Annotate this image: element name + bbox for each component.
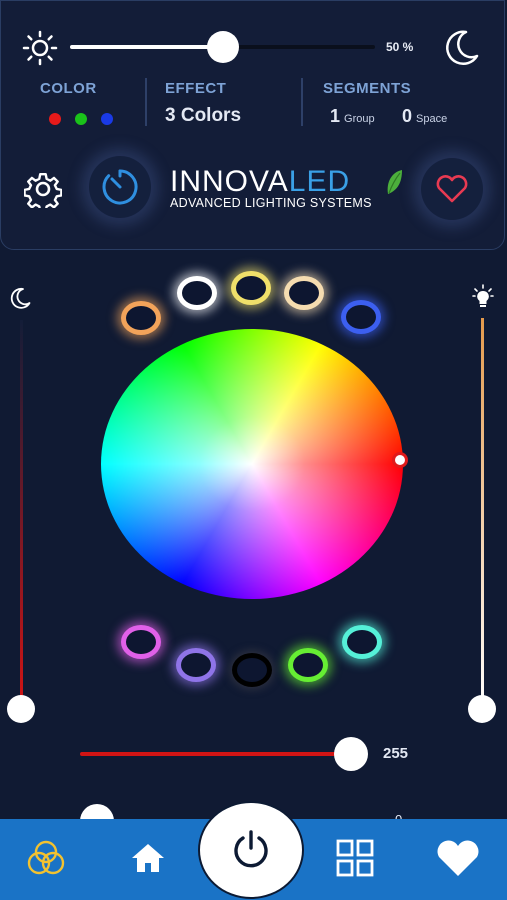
preset-white-ring[interactable] bbox=[177, 276, 217, 310]
heart-icon bbox=[436, 175, 468, 203]
color-wheel-marker[interactable] bbox=[392, 452, 408, 468]
gear-icon[interactable] bbox=[24, 170, 62, 208]
space-label: Space bbox=[416, 113, 448, 125]
timer-icon bbox=[102, 169, 138, 205]
logo-part1: INNOVA bbox=[170, 165, 289, 198]
effect-value[interactable]: 3 Colors bbox=[165, 105, 241, 127]
intensity-slider-knob[interactable] bbox=[334, 737, 368, 771]
preset-warm-ring[interactable] bbox=[284, 276, 324, 310]
timer-button[interactable] bbox=[89, 156, 151, 218]
preset-blue-ring[interactable] bbox=[341, 300, 381, 334]
power-icon bbox=[234, 830, 268, 868]
space-count-value: 0 bbox=[402, 106, 413, 126]
warm-level-slider[interactable] bbox=[20, 320, 23, 708]
color-dot-red bbox=[49, 113, 61, 125]
brightness-slider-knob[interactable] bbox=[206, 31, 239, 63]
group-count[interactable]: 1 Group bbox=[330, 106, 375, 127]
preset-green-ring[interactable] bbox=[288, 648, 328, 682]
home-icon bbox=[132, 844, 164, 872]
preset-cyan-ring[interactable] bbox=[342, 625, 382, 659]
cool-level-knob[interactable] bbox=[468, 695, 496, 723]
brightness-percent: 50 % bbox=[386, 40, 414, 54]
color-dot-blue bbox=[101, 113, 113, 125]
preset-orange-ring[interactable] bbox=[121, 301, 161, 335]
heart-icon bbox=[437, 840, 479, 876]
divider bbox=[145, 78, 147, 126]
color-mix-icon bbox=[27, 840, 65, 875]
logo-tagline: ADVANCED LIGHTING SYSTEMS bbox=[170, 196, 372, 210]
moon-icon[interactable] bbox=[441, 28, 481, 68]
segments-header: SEGMENTS bbox=[323, 80, 412, 97]
tab-favorites[interactable] bbox=[433, 838, 483, 878]
sun-icon[interactable] bbox=[22, 30, 58, 66]
logo-part2: LED bbox=[288, 165, 351, 198]
preset-off-ring[interactable] bbox=[232, 653, 272, 687]
bulb-icon bbox=[472, 284, 494, 307]
logo-wordmark: INNOVALED bbox=[170, 166, 410, 198]
brightness-slider-fill bbox=[70, 45, 223, 49]
moon-icon bbox=[10, 287, 31, 309]
effect-header: EFFECT bbox=[165, 80, 227, 97]
leaf-icon bbox=[387, 170, 402, 194]
color-dots[interactable] bbox=[49, 113, 113, 125]
intensity-value: 255 bbox=[383, 745, 409, 762]
preset-magenta-ring[interactable] bbox=[121, 625, 161, 659]
group-label: Group bbox=[344, 113, 375, 125]
group-count-value: 1 bbox=[330, 106, 341, 126]
preset-yellow-ring[interactable] bbox=[231, 271, 271, 305]
divider bbox=[301, 78, 303, 126]
warm-level-knob[interactable] bbox=[7, 695, 35, 723]
tab-grid[interactable] bbox=[333, 838, 377, 878]
intensity-slider[interactable] bbox=[80, 752, 350, 756]
brightness-slider[interactable] bbox=[70, 31, 375, 63]
space-count[interactable]: 0 Space bbox=[402, 106, 447, 127]
grid-icon bbox=[336, 839, 374, 877]
tab-home[interactable] bbox=[126, 838, 170, 878]
cool-level-slider[interactable] bbox=[481, 318, 484, 708]
power-button[interactable] bbox=[198, 801, 304, 899]
tab-colors[interactable] bbox=[24, 838, 68, 878]
favorite-button[interactable] bbox=[421, 158, 483, 220]
color-wheel[interactable] bbox=[101, 329, 403, 599]
preset-violet-ring[interactable] bbox=[176, 648, 216, 682]
color-dot-green bbox=[75, 113, 87, 125]
brand-logo: INNOVALED ADVANCED LIGHTING SYSTEMS bbox=[170, 166, 410, 211]
color-header: COLOR bbox=[40, 80, 97, 97]
